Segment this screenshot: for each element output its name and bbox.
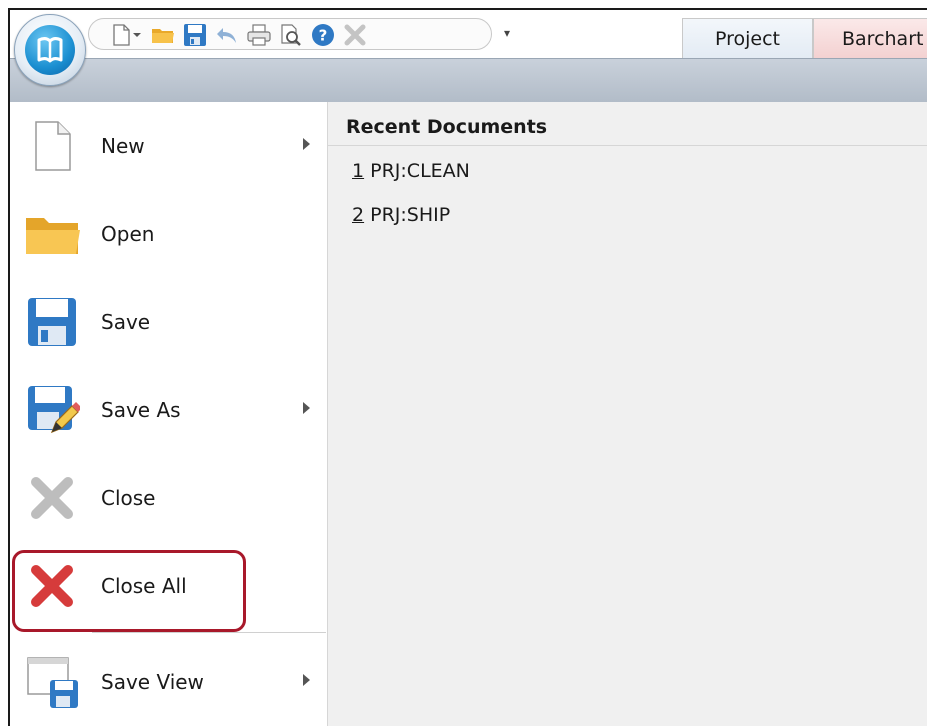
menu-item-save-view[interactable]: Save View: [10, 638, 328, 724]
print-icon[interactable]: [246, 22, 272, 48]
menu-label: Close: [101, 486, 156, 510]
submenu-arrow-icon: [303, 138, 310, 150]
customize-toolbar-icon[interactable]: ▾: [504, 26, 510, 40]
file-menu: New Open Save Save As Close Close All Sa…: [10, 102, 328, 726]
menu-item-new[interactable]: New: [10, 102, 328, 188]
recent-documents-panel: Recent Documents 1 PRJ:CLEAN 2 PRJ:SHIP: [328, 102, 927, 726]
save-as-icon: [28, 386, 80, 434]
menu-item-close[interactable]: Close: [10, 454, 328, 540]
recent-item-number: 1: [352, 160, 365, 182]
save-icon: [28, 298, 76, 346]
print-preview-icon[interactable]: [278, 22, 304, 48]
help-icon[interactable]: ?: [310, 22, 336, 48]
recent-item-name: PRJ:SHIP: [370, 204, 451, 226]
svg-text:?: ?: [319, 27, 328, 45]
tab-project[interactable]: Project: [682, 18, 813, 58]
book-logo-icon: [37, 37, 63, 63]
menu-label: Save: [101, 310, 151, 334]
recent-documents-header: Recent Documents: [328, 102, 927, 146]
undo-icon[interactable]: [214, 22, 240, 48]
dropdown-icon[interactable]: [130, 22, 144, 48]
close-icon: [31, 477, 73, 519]
close-icon[interactable]: [342, 22, 368, 48]
recent-documents-title: Recent Documents: [346, 116, 548, 138]
menu-item-save-as[interactable]: Save As: [10, 366, 328, 452]
menu-label: Save As: [101, 398, 181, 422]
save-view-icon: [27, 657, 78, 708]
ribbon-strip: [10, 58, 927, 102]
quick-access-toolbar: ? ▾ Project Barchart: [10, 10, 927, 58]
save-icon[interactable]: [182, 22, 208, 48]
menu-separator: [92, 632, 326, 633]
new-document-icon: [35, 121, 71, 171]
application-window: ? ▾ Project Barchart New Open Save Save …: [8, 8, 927, 726]
recent-item-name: PRJ:CLEAN: [370, 160, 470, 182]
tab-barchart[interactable]: Barchart: [813, 18, 927, 58]
open-folder-icon: [26, 218, 80, 254]
menu-label: New: [101, 134, 145, 158]
open-folder-icon[interactable]: [150, 22, 176, 48]
recent-document-item[interactable]: 2 PRJ:SHIP: [352, 204, 450, 226]
submenu-arrow-icon: [303, 402, 310, 414]
menu-label: Open: [101, 222, 155, 246]
application-menu-button[interactable]: [14, 14, 86, 86]
menu-label: Save View: [101, 670, 204, 694]
menu-item-open[interactable]: Open: [10, 190, 328, 276]
submenu-arrow-icon: [303, 674, 310, 686]
menu-item-save[interactable]: Save: [10, 278, 328, 364]
recent-item-number: 2: [352, 204, 365, 226]
recent-document-item[interactable]: 1 PRJ:CLEAN: [352, 160, 470, 182]
app-logo-icon: [25, 25, 75, 75]
highlight-box: [12, 550, 246, 632]
